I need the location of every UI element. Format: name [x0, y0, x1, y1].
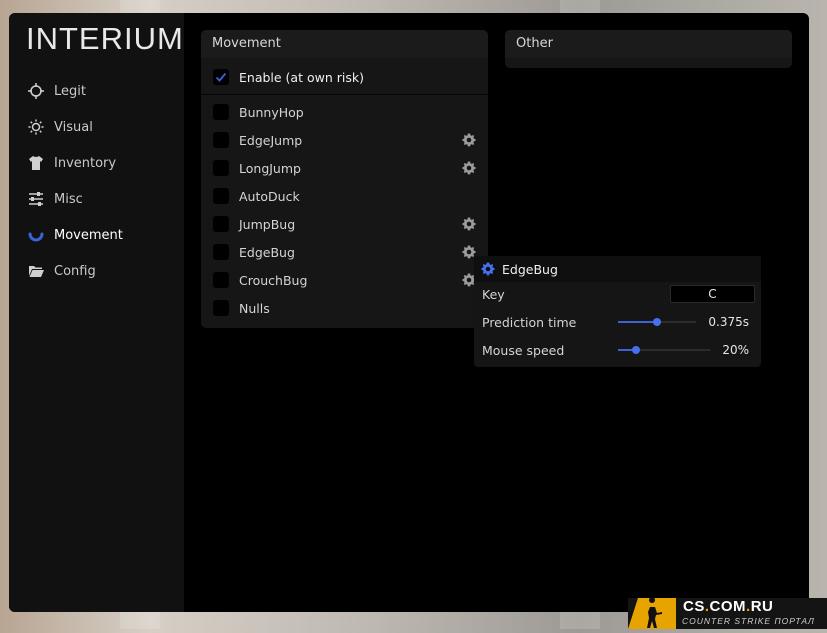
app-logo: INTERIUM [26, 21, 184, 56]
option-row-jumpbug[interactable]: JumpBug [201, 210, 488, 238]
shirt-icon [27, 155, 44, 172]
movement-panel-title: Movement [201, 30, 488, 58]
enable-row[interactable]: Enable (at own risk) [201, 63, 488, 91]
slider-handle[interactable] [632, 346, 641, 354]
option-label: EdgeBug [239, 244, 295, 260]
divider [201, 94, 488, 95]
slider-handle[interactable] [653, 318, 661, 326]
mouse-speed-slider[interactable] [618, 346, 710, 354]
gear-icon[interactable] [462, 133, 476, 147]
arc-icon [27, 227, 44, 244]
sidebar-item-label: Config [54, 263, 96, 279]
option-label: CrouchBug [239, 272, 308, 288]
longjump-checkbox[interactable] [213, 160, 229, 176]
gear-icon[interactable] [462, 217, 476, 231]
sidebar-item-label: Misc [54, 191, 83, 207]
prediction-time-value: 0.375s [708, 315, 749, 329]
enable-label: Enable (at own risk) [239, 69, 364, 85]
mouse-speed-label: Mouse speed [482, 342, 565, 358]
option-row-crouchbug[interactable]: CrouchBug [201, 266, 488, 294]
mouse-speed-row: Mouse speed 20% [474, 336, 761, 364]
prediction-time-label: Prediction time [482, 314, 577, 330]
key-row: Key C [474, 280, 761, 308]
option-label: EdgeJump [239, 132, 303, 148]
sidebar: INTERIUM Legit Visual Inventory Misc Mov… [9, 13, 184, 612]
option-row-autoduck[interactable]: AutoDuck [201, 182, 488, 210]
nulls-checkbox[interactable] [213, 300, 229, 316]
gear-icon[interactable] [462, 161, 476, 175]
popup-title: EdgeBug [502, 261, 558, 277]
other-panel-title: Other [505, 30, 792, 58]
sidebar-item-label: Inventory [54, 155, 117, 171]
edgebug-checkbox[interactable] [213, 244, 229, 260]
watermark-subtitle: COUNTER STRIKE ПОРТАЛ [682, 616, 815, 626]
sidebar-nav: Legit Visual Inventory Misc Movement Con… [9, 73, 184, 289]
sliders-icon [27, 191, 44, 208]
prediction-time-slider[interactable] [618, 318, 696, 326]
sidebar-item-legit[interactable]: Legit [9, 73, 184, 109]
option-row-longjump[interactable]: LongJump [201, 154, 488, 182]
option-row-nulls[interactable]: Nulls [201, 294, 488, 322]
sidebar-item-label: Movement [54, 227, 123, 243]
sidebar-item-label: Visual [54, 119, 93, 135]
option-row-bunnyhop[interactable]: BunnyHop [201, 98, 488, 126]
folder-icon [27, 263, 44, 280]
option-row-edgejump[interactable]: EdgeJump [201, 126, 488, 154]
option-label: Nulls [239, 300, 270, 316]
sidebar-item-config[interactable]: Config [9, 253, 184, 289]
enable-checkbox[interactable] [213, 69, 229, 85]
site-watermark: CS.COM.RU COUNTER STRIKE ПОРТАЛ [628, 598, 827, 629]
sidebar-item-misc[interactable]: Misc [9, 181, 184, 217]
autoduck-checkbox[interactable] [213, 188, 229, 204]
gear-icon [481, 262, 495, 276]
sun-icon [27, 119, 44, 136]
key-label: Key [482, 286, 505, 302]
movement-panel: Movement Enable (at own risk) BunnyHop E… [201, 30, 488, 328]
popup-header: EdgeBug [474, 256, 761, 282]
option-label: AutoDuck [239, 188, 300, 204]
option-label: JumpBug [239, 216, 296, 232]
option-row-edgebug[interactable]: EdgeBug [201, 238, 488, 266]
checkmark-icon [215, 72, 227, 82]
prediction-time-row: Prediction time 0.375s [474, 308, 761, 336]
jumpbug-checkbox[interactable] [213, 216, 229, 232]
edgejump-checkbox[interactable] [213, 132, 229, 148]
option-label: BunnyHop [239, 104, 304, 120]
sidebar-item-movement[interactable]: Movement [9, 217, 184, 253]
other-panel: Other [505, 30, 792, 68]
edgebug-settings-popup: EdgeBug Key C Prediction time 0.375s Mou… [474, 256, 761, 367]
sidebar-item-visual[interactable]: Visual [9, 109, 184, 145]
slider-fill [618, 321, 657, 323]
soldier-logo-icon [628, 598, 676, 629]
crosshair-icon [27, 83, 44, 100]
key-binding-input[interactable]: C [670, 285, 755, 303]
bunnyhop-checkbox[interactable] [213, 104, 229, 120]
sidebar-item-inventory[interactable]: Inventory [9, 145, 184, 181]
mouse-speed-value: 20% [722, 343, 749, 357]
sidebar-item-label: Legit [54, 83, 86, 99]
crouchbug-checkbox[interactable] [213, 272, 229, 288]
option-label: LongJump [239, 160, 301, 176]
watermark-title: CS.COM.RU [683, 598, 774, 615]
